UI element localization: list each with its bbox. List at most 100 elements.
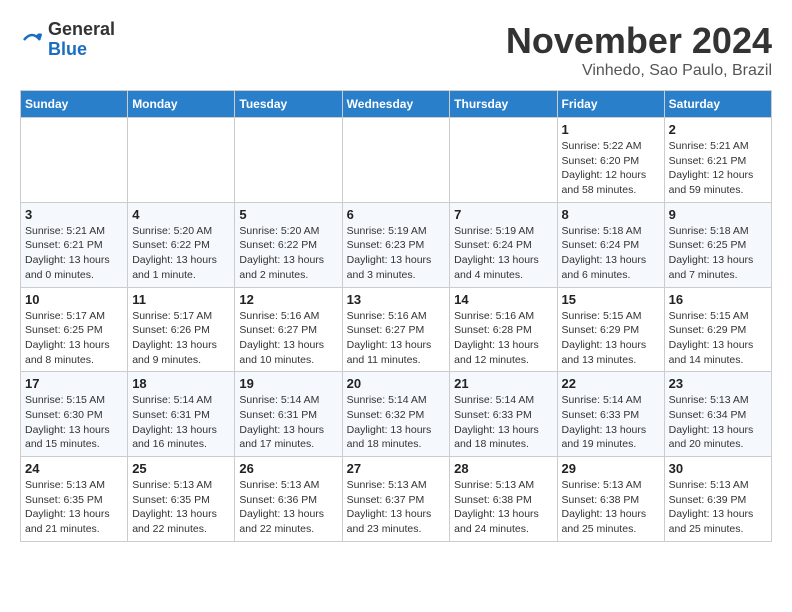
- day-info: Sunrise: 5:16 AM Sunset: 6:27 PM Dayligh…: [347, 309, 446, 368]
- day-number: 23: [669, 376, 767, 391]
- calendar-cell: [128, 118, 235, 203]
- calendar-cell: 12 Sunrise: 5:16 AM Sunset: 6:27 PM Dayli…: [235, 287, 342, 372]
- calendar-cell: 11 Sunrise: 5:17 AM Sunset: 6:26 PM Dayli…: [128, 287, 235, 372]
- day-number: 2: [669, 122, 767, 137]
- day-number: 15: [562, 292, 660, 307]
- day-info: Sunrise: 5:19 AM Sunset: 6:23 PM Dayligh…: [347, 224, 446, 283]
- day-info: Sunrise: 5:13 AM Sunset: 6:35 PM Dayligh…: [25, 478, 123, 537]
- logo-general: General: [48, 19, 115, 39]
- calendar-week-row: 3 Sunrise: 5:21 AM Sunset: 6:21 PM Daylig…: [21, 202, 772, 287]
- day-number: 30: [669, 461, 767, 476]
- calendar-cell: 2 Sunrise: 5:21 AM Sunset: 6:21 PM Daylig…: [664, 118, 771, 203]
- day-info: Sunrise: 5:13 AM Sunset: 6:38 PM Dayligh…: [454, 478, 552, 537]
- day-info: Sunrise: 5:13 AM Sunset: 6:37 PM Dayligh…: [347, 478, 446, 537]
- calendar-cell: 15 Sunrise: 5:15 AM Sunset: 6:29 PM Dayli…: [557, 287, 664, 372]
- calendar-cell: 1 Sunrise: 5:22 AM Sunset: 6:20 PM Daylig…: [557, 118, 664, 203]
- day-info: Sunrise: 5:13 AM Sunset: 6:34 PM Dayligh…: [669, 393, 767, 452]
- day-number: 5: [239, 207, 337, 222]
- calendar-week-row: 1 Sunrise: 5:22 AM Sunset: 6:20 PM Daylig…: [21, 118, 772, 203]
- logo: General Blue: [20, 20, 115, 60]
- day-number: 12: [239, 292, 337, 307]
- day-number: 7: [454, 207, 552, 222]
- day-number: 14: [454, 292, 552, 307]
- calendar-header-row: SundayMondayTuesdayWednesdayThursdayFrid…: [21, 91, 772, 118]
- calendar-cell: 19Sunrise: 5:14 AM Sunset: 6:31 PM Dayli…: [235, 372, 342, 457]
- calendar-cell: 25Sunrise: 5:13 AM Sunset: 6:35 PM Dayli…: [128, 457, 235, 542]
- logo-blue: Blue: [48, 39, 87, 59]
- day-number: 22: [562, 376, 660, 391]
- day-info: Sunrise: 5:15 AM Sunset: 6:30 PM Dayligh…: [25, 393, 123, 452]
- day-info: Sunrise: 5:16 AM Sunset: 6:28 PM Dayligh…: [454, 309, 552, 368]
- calendar-cell: [235, 118, 342, 203]
- calendar-cell: [21, 118, 128, 203]
- day-number: 27: [347, 461, 446, 476]
- calendar-cell: 5 Sunrise: 5:20 AM Sunset: 6:22 PM Daylig…: [235, 202, 342, 287]
- day-info: Sunrise: 5:18 AM Sunset: 6:24 PM Dayligh…: [562, 224, 660, 283]
- day-info: Sunrise: 5:15 AM Sunset: 6:29 PM Dayligh…: [562, 309, 660, 368]
- calendar-cell: 7 Sunrise: 5:19 AM Sunset: 6:24 PM Daylig…: [450, 202, 557, 287]
- day-number: 10: [25, 292, 123, 307]
- day-number: 11: [132, 292, 230, 307]
- day-info: Sunrise: 5:17 AM Sunset: 6:26 PM Dayligh…: [132, 309, 230, 368]
- day-info: Sunrise: 5:15 AM Sunset: 6:29 PM Dayligh…: [669, 309, 767, 368]
- day-info: Sunrise: 5:13 AM Sunset: 6:35 PM Dayligh…: [132, 478, 230, 537]
- day-number: 6: [347, 207, 446, 222]
- calendar-week-row: 10 Sunrise: 5:17 AM Sunset: 6:25 PM Dayli…: [21, 287, 772, 372]
- page-header: General Blue November 2024 Vinhedo, Sao …: [20, 20, 772, 80]
- day-number: 18: [132, 376, 230, 391]
- day-number: 19: [239, 376, 337, 391]
- day-number: 26: [239, 461, 337, 476]
- day-number: 24: [25, 461, 123, 476]
- calendar-cell: 22Sunrise: 5:14 AM Sunset: 6:33 PM Dayli…: [557, 372, 664, 457]
- day-number: 1: [562, 122, 660, 137]
- calendar-cell: 14 Sunrise: 5:16 AM Sunset: 6:28 PM Dayli…: [450, 287, 557, 372]
- day-info: Sunrise: 5:17 AM Sunset: 6:25 PM Dayligh…: [25, 309, 123, 368]
- day-info: Sunrise: 5:14 AM Sunset: 6:33 PM Dayligh…: [454, 393, 552, 452]
- calendar-cell: 24 Sunrise: 5:13 AM Sunset: 6:35 PM Dayli…: [21, 457, 128, 542]
- day-number: 13: [347, 292, 446, 307]
- calendar-header-tuesday: Tuesday: [235, 91, 342, 118]
- calendar-cell: 16 Sunrise: 5:15 AM Sunset: 6:29 PM Dayli…: [664, 287, 771, 372]
- logo-text: General Blue: [48, 20, 115, 60]
- calendar-cell: [342, 118, 450, 203]
- calendar-cell: 26 Sunrise: 5:13 AM Sunset: 6:36 PM Dayli…: [235, 457, 342, 542]
- calendar-cell: 13 Sunrise: 5:16 AM Sunset: 6:27 PM Dayli…: [342, 287, 450, 372]
- day-number: 3: [25, 207, 123, 222]
- day-number: 20: [347, 376, 446, 391]
- day-info: Sunrise: 5:22 AM Sunset: 6:20 PM Dayligh…: [562, 139, 660, 198]
- calendar-cell: 23 Sunrise: 5:13 AM Sunset: 6:34 PM Dayli…: [664, 372, 771, 457]
- calendar-cell: [450, 118, 557, 203]
- day-info: Sunrise: 5:13 AM Sunset: 6:38 PM Dayligh…: [562, 478, 660, 537]
- calendar-table: SundayMondayTuesdayWednesdayThursdayFrid…: [20, 90, 772, 542]
- calendar-header-monday: Monday: [128, 91, 235, 118]
- calendar-cell: 28 Sunrise: 5:13 AM Sunset: 6:38 PM Dayli…: [450, 457, 557, 542]
- calendar-week-row: 17Sunrise: 5:15 AM Sunset: 6:30 PM Dayli…: [21, 372, 772, 457]
- title-area: November 2024 Vinhedo, Sao Paulo, Brazil: [506, 20, 772, 80]
- calendar-header-wednesday: Wednesday: [342, 91, 450, 118]
- day-number: 28: [454, 461, 552, 476]
- day-info: Sunrise: 5:13 AM Sunset: 6:36 PM Dayligh…: [239, 478, 337, 537]
- day-info: Sunrise: 5:19 AM Sunset: 6:24 PM Dayligh…: [454, 224, 552, 283]
- calendar-header-thursday: Thursday: [450, 91, 557, 118]
- day-info: Sunrise: 5:21 AM Sunset: 6:21 PM Dayligh…: [669, 139, 767, 198]
- day-info: Sunrise: 5:14 AM Sunset: 6:31 PM Dayligh…: [132, 393, 230, 452]
- calendar-cell: 8Sunrise: 5:18 AM Sunset: 6:24 PM Daylig…: [557, 202, 664, 287]
- day-number: 16: [669, 292, 767, 307]
- calendar-cell: 18 Sunrise: 5:14 AM Sunset: 6:31 PM Dayli…: [128, 372, 235, 457]
- calendar-cell: 27 Sunrise: 5:13 AM Sunset: 6:37 PM Dayli…: [342, 457, 450, 542]
- logo-icon: [20, 28, 44, 52]
- calendar-header-friday: Friday: [557, 91, 664, 118]
- month-title: November 2024: [506, 20, 772, 62]
- location: Vinhedo, Sao Paulo, Brazil: [506, 62, 772, 80]
- day-info: Sunrise: 5:16 AM Sunset: 6:27 PM Dayligh…: [239, 309, 337, 368]
- calendar-cell: 9Sunrise: 5:18 AM Sunset: 6:25 PM Daylig…: [664, 202, 771, 287]
- day-info: Sunrise: 5:20 AM Sunset: 6:22 PM Dayligh…: [239, 224, 337, 283]
- day-info: Sunrise: 5:21 AM Sunset: 6:21 PM Dayligh…: [25, 224, 123, 283]
- calendar-header-saturday: Saturday: [664, 91, 771, 118]
- calendar-header-sunday: Sunday: [21, 91, 128, 118]
- day-info: Sunrise: 5:14 AM Sunset: 6:32 PM Dayligh…: [347, 393, 446, 452]
- calendar-cell: 10 Sunrise: 5:17 AM Sunset: 6:25 PM Dayli…: [21, 287, 128, 372]
- calendar-cell: 30Sunrise: 5:13 AM Sunset: 6:39 PM Dayli…: [664, 457, 771, 542]
- calendar-cell: 3 Sunrise: 5:21 AM Sunset: 6:21 PM Daylig…: [21, 202, 128, 287]
- day-info: Sunrise: 5:20 AM Sunset: 6:22 PM Dayligh…: [132, 224, 230, 283]
